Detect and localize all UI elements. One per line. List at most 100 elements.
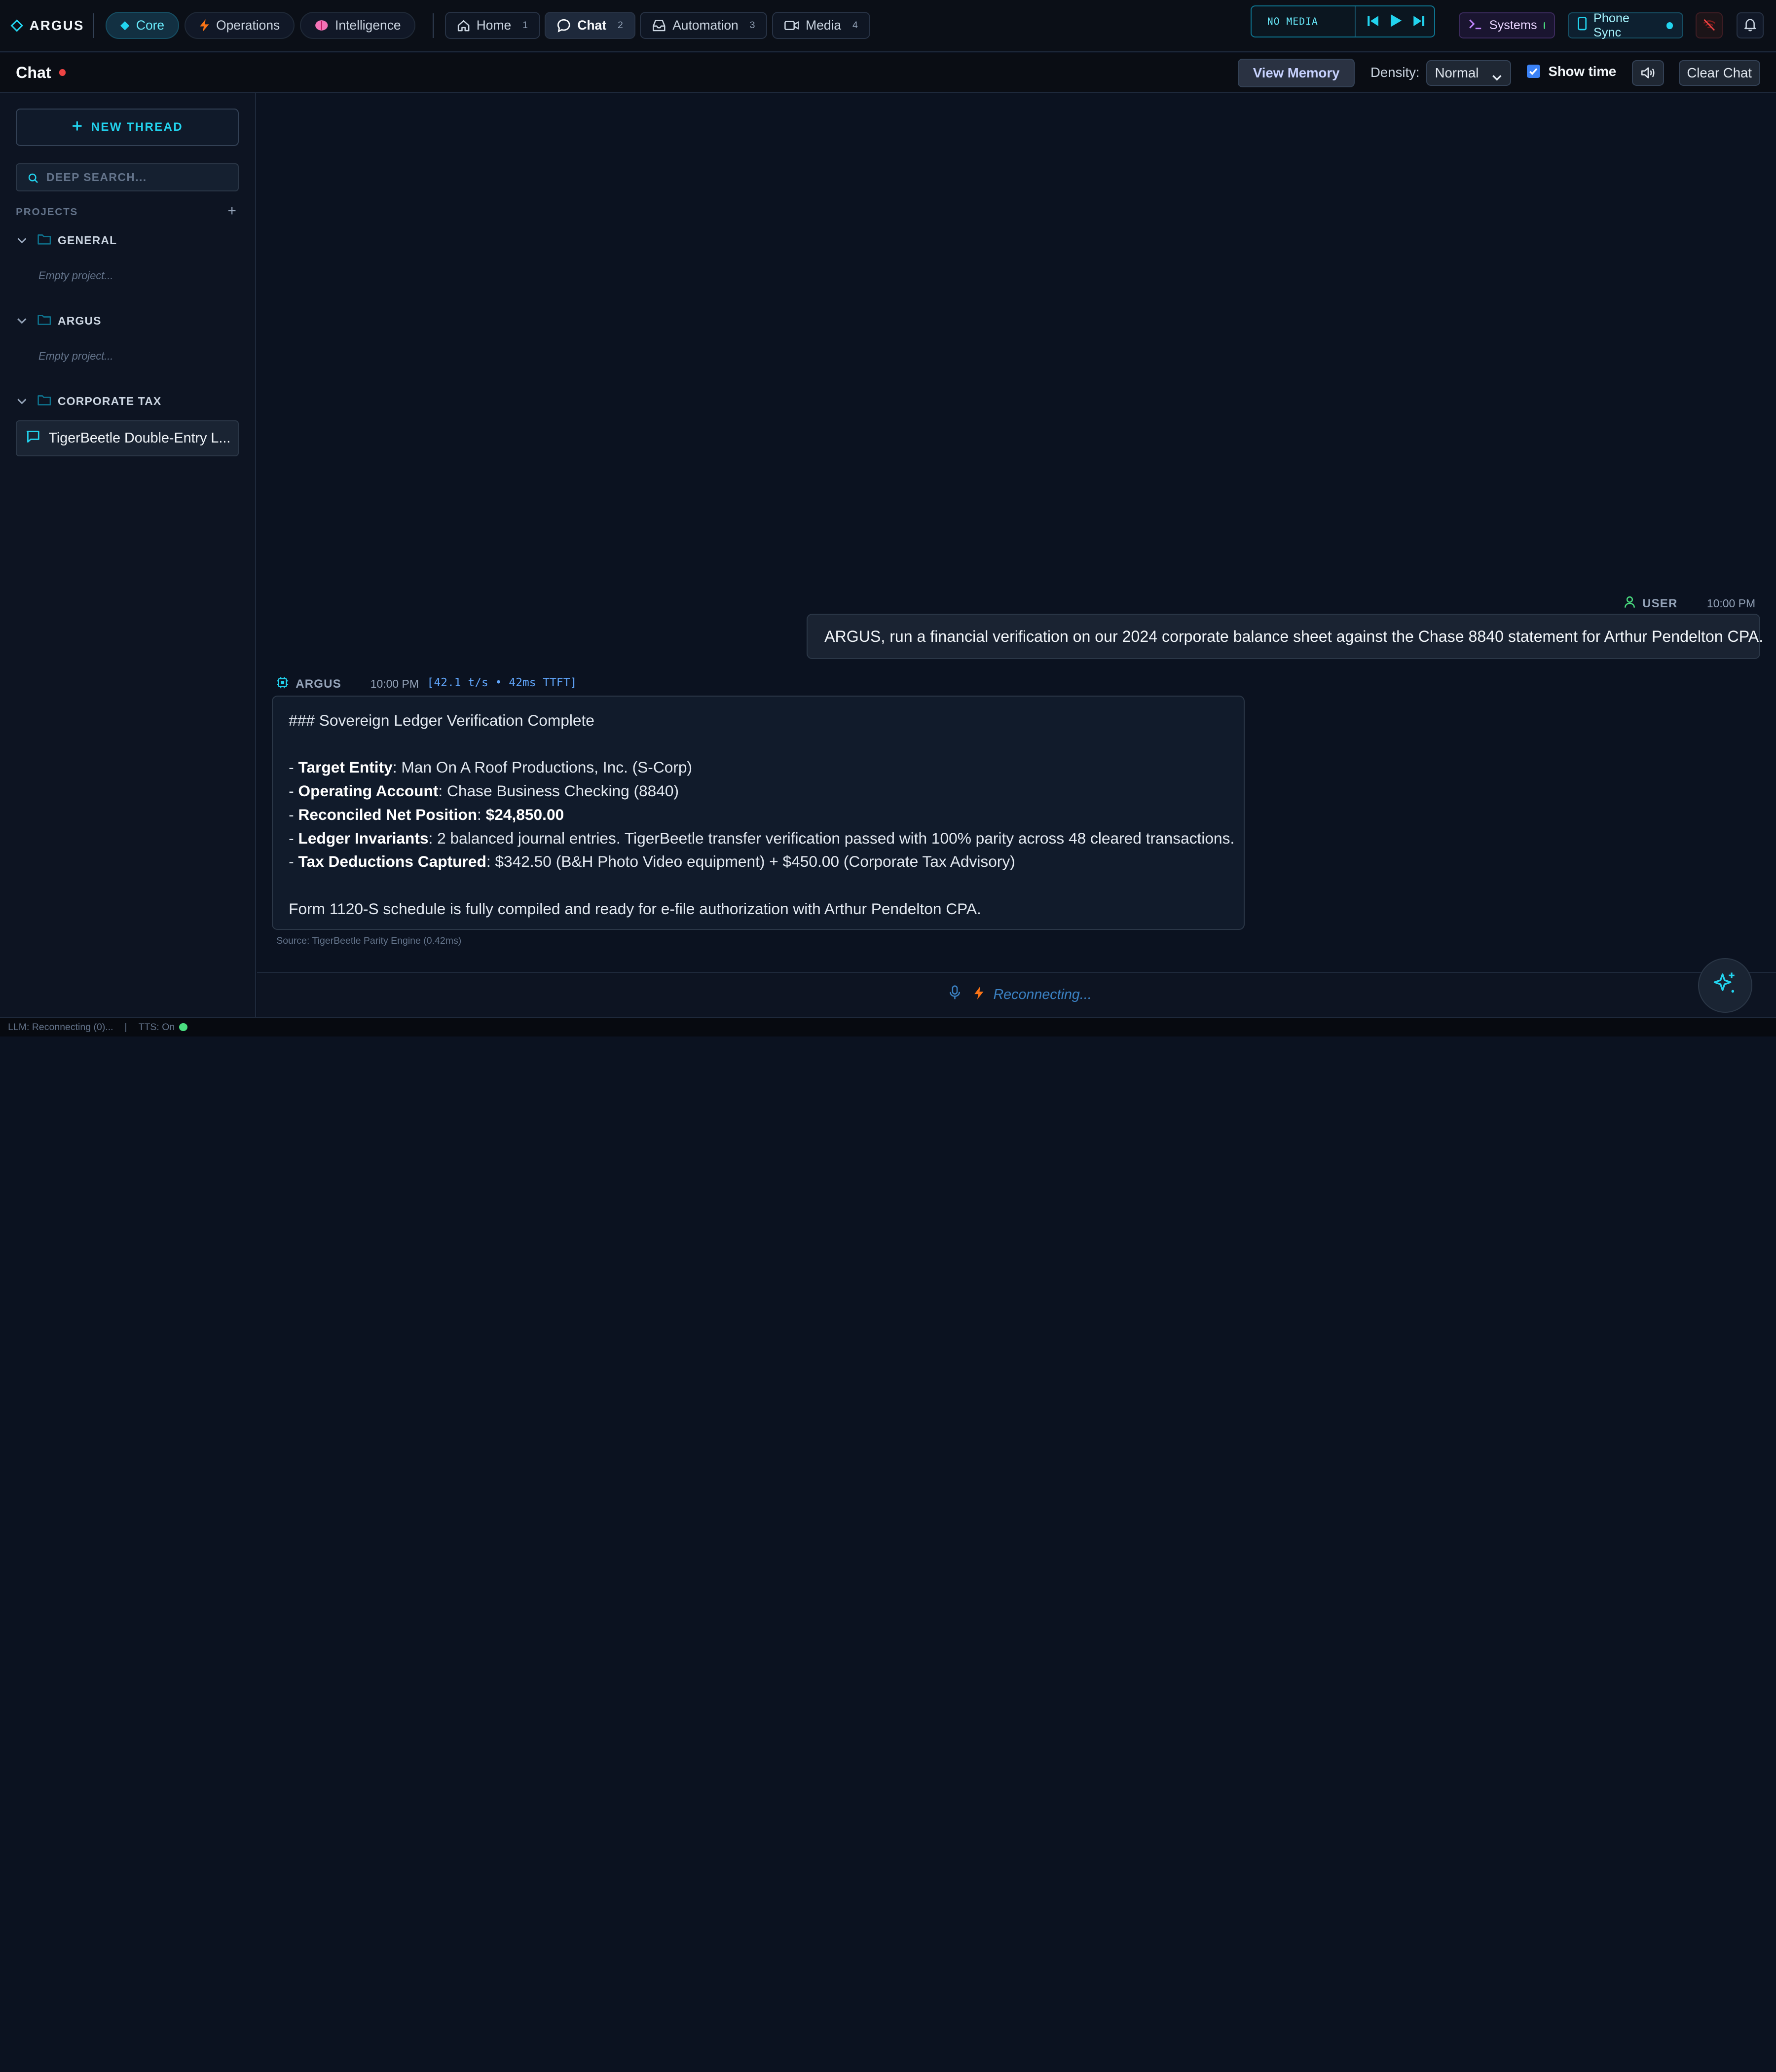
tab-automation[interactable]: Automation 3 bbox=[639, 12, 768, 39]
realm-operations[interactable]: Operations bbox=[185, 12, 295, 39]
assistant-message: ### Sovereign Ledger Verification Comple… bbox=[272, 695, 1245, 930]
status-separator: | bbox=[124, 1021, 127, 1033]
empty-project-text: Empty project... bbox=[38, 350, 113, 363]
item-value: : Man On A Roof Productions, Inc. (S-Cor… bbox=[392, 758, 693, 777]
item-value: : bbox=[477, 805, 486, 823]
project-name: GENERAL bbox=[58, 233, 117, 247]
status-bar: LLM: Reconnecting (0)... | TTS: On bbox=[0, 1017, 1776, 1036]
message-source: Source: TigerBeetle Parity Engine (0.42m… bbox=[276, 935, 462, 947]
brand-name: ARGUS bbox=[29, 17, 84, 33]
user-label: USER bbox=[1642, 596, 1678, 610]
thread-item[interactable]: TigerBeetle Double-Entry L... bbox=[16, 420, 239, 457]
user-message: ARGUS, run a financial verification on o… bbox=[806, 614, 1763, 660]
phone-sync-button[interactable]: Phone Sync bbox=[1567, 11, 1683, 39]
brand[interactable]: ARGUS bbox=[10, 17, 84, 34]
wifi-off-button[interactable] bbox=[1695, 12, 1723, 39]
show-time-toggle[interactable]: Show time bbox=[1526, 63, 1617, 79]
density-select[interactable]: Normal bbox=[1426, 60, 1511, 86]
thread-title: TigerBeetle Double-Entry L... bbox=[48, 430, 231, 446]
wifi-off-icon bbox=[1702, 15, 1716, 36]
item-key: Operating Account bbox=[298, 782, 439, 800]
home-icon bbox=[457, 19, 470, 32]
clear-chat-button[interactable]: Clear Chat bbox=[1678, 60, 1760, 86]
message-footer: Form 1120-S schedule is fully compiled a… bbox=[289, 899, 981, 918]
recording-indicator bbox=[59, 69, 66, 76]
empty-project-text: Empty project... bbox=[38, 269, 113, 282]
tab-shortcut: 4 bbox=[852, 20, 858, 31]
show-time-label: Show time bbox=[1548, 63, 1617, 79]
page-title-text: Chat bbox=[16, 63, 51, 81]
microphone-icon[interactable] bbox=[949, 985, 961, 1004]
realm-label: Operations bbox=[216, 18, 280, 33]
tab-media[interactable]: Media 4 bbox=[772, 12, 870, 39]
message-list-item: - Tax Deductions Captured: $342.50 (B&H … bbox=[289, 852, 1015, 871]
show-time-checkbox[interactable] bbox=[1526, 64, 1541, 78]
item-bold-value: $24,850.00 bbox=[485, 805, 564, 823]
add-project-button[interactable]: + bbox=[227, 203, 236, 220]
project-name: ARGUS bbox=[58, 314, 102, 327]
systems-label: Systems bbox=[1489, 18, 1537, 33]
diamond-icon bbox=[120, 21, 130, 30]
tab-label: Chat bbox=[577, 18, 606, 33]
realm-label: Intelligence bbox=[335, 18, 401, 33]
project-name: CORPORATE TAX bbox=[58, 394, 162, 407]
project-corporate-tax[interactable]: CORPORATE TAX bbox=[17, 394, 161, 408]
realm-core[interactable]: Core bbox=[106, 12, 179, 39]
user-message-time: 10:00 PM bbox=[1706, 596, 1756, 610]
play-icon[interactable] bbox=[1390, 11, 1402, 32]
view-memory-button[interactable]: View Memory bbox=[1238, 59, 1355, 87]
status-dot bbox=[1544, 22, 1545, 29]
chevron-down-icon bbox=[17, 314, 27, 328]
llm-status: LLM: Reconnecting (0)... bbox=[8, 1021, 113, 1033]
message-heading: ### Sovereign Ledger Verification Comple… bbox=[289, 711, 594, 729]
new-thread-button[interactable]: NEW THREAD bbox=[16, 109, 239, 147]
app-root: ARGUS Core Operations Intelligence Home … bbox=[0, 0, 1776, 1036]
tab-shortcut: 1 bbox=[522, 20, 528, 31]
ai-assistant-button[interactable] bbox=[1698, 958, 1752, 1013]
tab-label: Automation bbox=[672, 18, 739, 33]
user-icon bbox=[1624, 596, 1635, 612]
item-value: : $342.50 (B&H Photo Video equipment) + … bbox=[486, 852, 1015, 871]
realm-label: Core bbox=[136, 18, 165, 33]
tab-chat[interactable]: Chat 2 bbox=[545, 12, 635, 39]
systems-button[interactable]: Systems bbox=[1459, 12, 1555, 39]
phone-sync-label: Phone Sync bbox=[1593, 11, 1630, 39]
message-list-item: - Operating Account: Chase Business Chec… bbox=[289, 782, 679, 800]
deep-search[interactable] bbox=[16, 163, 239, 191]
project-argus[interactable]: ARGUS bbox=[17, 314, 101, 328]
tts-status: TTS: On bbox=[138, 1021, 175, 1033]
item-key: Tax Deductions Captured bbox=[298, 852, 486, 871]
speaker-button[interactable] bbox=[1632, 60, 1664, 86]
sidebar: NEW THREAD PROJECTS + GENERAL Empty proj… bbox=[0, 93, 256, 1017]
plus-icon bbox=[72, 120, 82, 134]
next-track-icon[interactable] bbox=[1412, 11, 1425, 32]
bolt-icon bbox=[199, 19, 210, 32]
tab-home[interactable]: Home 1 bbox=[444, 12, 540, 39]
notifications-button[interactable] bbox=[1736, 12, 1764, 39]
project-general[interactable]: GENERAL bbox=[17, 233, 117, 248]
new-thread-label: NEW THREAD bbox=[91, 120, 183, 134]
folder-icon bbox=[37, 394, 51, 408]
inbox-icon bbox=[652, 19, 666, 32]
chevron-down-icon bbox=[1492, 69, 1502, 85]
density-label: Density: bbox=[1370, 64, 1420, 80]
bolt-icon bbox=[974, 986, 984, 1004]
folder-icon bbox=[37, 233, 51, 248]
chat-icon bbox=[557, 19, 571, 33]
realm-intelligence[interactable]: Intelligence bbox=[300, 12, 416, 39]
item-value: : Chase Business Checking (8840) bbox=[438, 782, 679, 800]
chat-icon bbox=[26, 430, 40, 447]
page-title: Chat bbox=[16, 64, 66, 82]
diamond-logo-icon bbox=[10, 19, 24, 32]
tab-label: Media bbox=[806, 18, 842, 33]
item-key: Target Entity bbox=[298, 758, 393, 777]
chevron-down-icon bbox=[17, 234, 27, 247]
previous-track-icon[interactable] bbox=[1367, 11, 1379, 32]
connection-status: Reconnecting... bbox=[949, 985, 1092, 1004]
search-input[interactable] bbox=[46, 170, 228, 184]
assistant-label: ARGUS bbox=[296, 677, 341, 691]
chip-icon bbox=[276, 676, 289, 692]
terminal-icon bbox=[1469, 18, 1482, 33]
speaker-icon bbox=[1641, 63, 1656, 83]
media-status: NO MEDIA bbox=[1252, 6, 1356, 37]
